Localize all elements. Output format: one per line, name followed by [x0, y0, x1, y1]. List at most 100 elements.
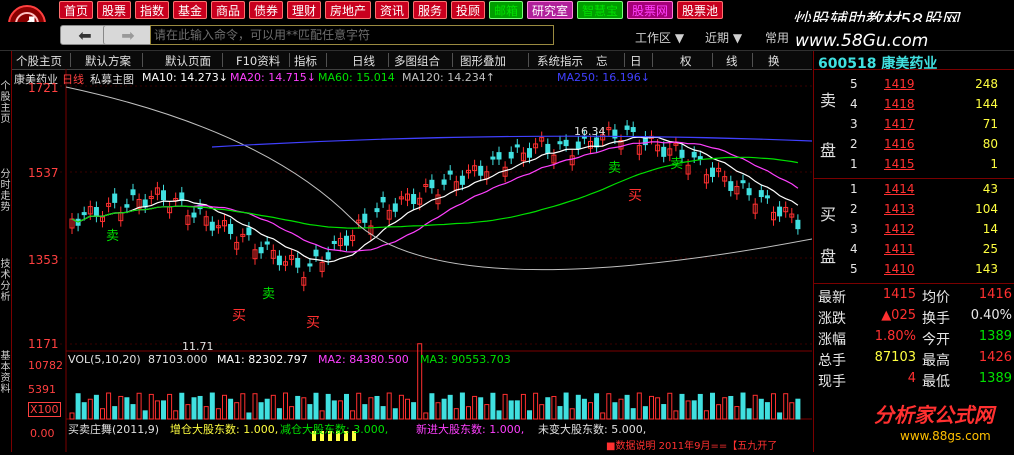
toolbar-switch[interactable]: 换 — [768, 53, 780, 69]
sell-side-label: 卖 — [820, 91, 837, 110]
menu-item[interactable]: 房地产 — [325, 1, 371, 19]
volume-bar — [337, 400, 343, 420]
menu-item[interactable]: 股票池 — [677, 1, 723, 19]
buy-volume: 25 — [982, 242, 998, 256]
toolbar-default-scheme[interactable]: 默认方案 — [85, 53, 131, 69]
candle-body — [691, 151, 697, 158]
candle-body — [624, 125, 630, 130]
menu-item[interactable]: 债券 — [249, 1, 283, 19]
buy-side-label: 买 — [820, 205, 837, 224]
menu-item[interactable]: 理财 — [287, 1, 321, 19]
toolbar-daily[interactable]: 日线 — [352, 53, 375, 69]
y-label-top: 1721 — [28, 81, 59, 95]
toolbar-multi-chart[interactable]: 多图组合 — [394, 53, 440, 69]
toolbar-overlay[interactable]: 图形叠加 — [460, 53, 506, 69]
menu-item[interactable]: 资讯 — [375, 1, 409, 19]
sell-signal: 卖 — [106, 229, 120, 244]
menu-item[interactable]: 投顾 — [451, 1, 485, 19]
volume-bar — [118, 395, 124, 420]
volume-bar — [496, 410, 502, 420]
toolbar-f10[interactable]: F10资料 — [236, 53, 280, 69]
buy-price[interactable]: 1414 — [884, 182, 915, 196]
candle-body — [758, 190, 764, 198]
volume-bar — [673, 410, 679, 420]
sell-level: 3 — [850, 117, 858, 131]
common-menu[interactable]: 常用 — [765, 29, 789, 46]
toolbar-line[interactable]: 线 — [726, 53, 738, 69]
low-price-label: 11.71 — [182, 340, 214, 353]
volume-bar — [661, 404, 667, 420]
volume-bar — [270, 394, 276, 420]
buy-price[interactable]: 1413 — [884, 202, 915, 216]
volume-bar — [148, 393, 154, 420]
toolbar-stock-home[interactable]: 个股主页 — [16, 53, 62, 69]
volume-bar — [392, 408, 398, 420]
toolbar-day[interactable]: 日 — [630, 53, 642, 69]
volume-bar — [100, 408, 105, 420]
candle-body — [508, 151, 514, 159]
menu-item[interactable]: 研究室 — [527, 1, 573, 19]
volume-bar — [581, 398, 587, 420]
vol-y-unit: X100 — [28, 402, 61, 417]
buy-price[interactable]: 1412 — [884, 222, 915, 236]
sell-price[interactable]: 1418 — [884, 97, 915, 111]
volume-bar — [746, 408, 752, 420]
volume-bar — [697, 393, 703, 420]
candle-body — [557, 141, 563, 145]
toolbar-rights[interactable]: 权 — [680, 53, 692, 69]
sell-signal: 卖 — [262, 287, 276, 302]
buy-price[interactable]: 1411 — [884, 242, 915, 256]
volume-bar — [764, 402, 770, 420]
menu-item[interactable]: 服务 — [413, 1, 447, 19]
command-input[interactable]: 请在此输入命令，可以用**匹配任意字符 — [150, 25, 554, 45]
menu-item[interactable]: 股票网 — [627, 1, 673, 19]
toolbar-forget[interactable]: 忘 — [596, 53, 608, 69]
tab-stock-home[interactable]: 个股主页 — [0, 81, 11, 125]
sell-volume: 80 — [982, 137, 998, 151]
menu-item[interactable]: 指数 — [135, 1, 169, 19]
buy-price[interactable]: 1410 — [884, 262, 915, 276]
menu-item[interactable]: 首页 — [59, 1, 93, 19]
menu-item[interactable]: 股票 — [97, 1, 131, 19]
candle-body — [325, 252, 331, 260]
volume-bar — [350, 410, 356, 420]
sell-price[interactable]: 1415 — [884, 157, 915, 171]
toolbar-indicator[interactable]: 指标 — [294, 53, 317, 69]
candle-body — [264, 241, 270, 245]
volume-bar — [234, 402, 240, 420]
tab-technical[interactable]: 技术分析 — [0, 259, 11, 303]
volume-bar — [295, 395, 301, 420]
chart-canvas[interactable] — [12, 69, 813, 452]
volume-bar — [301, 397, 307, 420]
menu-item[interactable]: 基金 — [173, 1, 207, 19]
toolbar-system-indicator[interactable]: 系统指示 — [537, 53, 583, 69]
volume-bar — [575, 394, 581, 420]
menu-item[interactable]: 邮箱 — [489, 1, 523, 19]
volume-bar — [514, 400, 520, 420]
candle-body — [295, 257, 301, 268]
forward-button[interactable]: ➡ — [103, 25, 153, 45]
menu-item[interactable]: 商品 — [211, 1, 245, 19]
toolbar-default-page[interactable]: 默认页面 — [165, 53, 211, 69]
sell-price[interactable]: 1417 — [884, 117, 915, 131]
volume-bar — [472, 395, 478, 420]
volume-bar — [167, 393, 173, 420]
tab-fundamentals[interactable]: 基本资料 — [0, 351, 11, 395]
volume-bar — [81, 402, 87, 420]
sell-price[interactable]: 1416 — [884, 137, 915, 151]
candle-body — [93, 207, 99, 217]
menu-item[interactable]: 智慧宝 — [577, 1, 623, 19]
volume-bar — [423, 412, 429, 420]
volume-bar — [789, 402, 795, 420]
candle-body — [313, 249, 319, 257]
recent-dropdown[interactable]: 近期 ▼ — [705, 29, 742, 46]
sell-price[interactable]: 1419 — [884, 77, 915, 91]
tab-intraday[interactable]: 分时走势 — [0, 169, 11, 213]
kline-chart[interactable]: 康美药业 日线 私募主图 MA10: 14.273↓ MA20: 14.715↓… — [12, 69, 813, 452]
volume-bar — [136, 392, 142, 420]
candle-body — [112, 193, 118, 203]
workspace-dropdown[interactable]: 工作区 ▼ — [635, 29, 684, 46]
sell-level: 4 — [850, 97, 858, 111]
volume-bar — [264, 398, 270, 420]
candle-body — [191, 212, 197, 218]
